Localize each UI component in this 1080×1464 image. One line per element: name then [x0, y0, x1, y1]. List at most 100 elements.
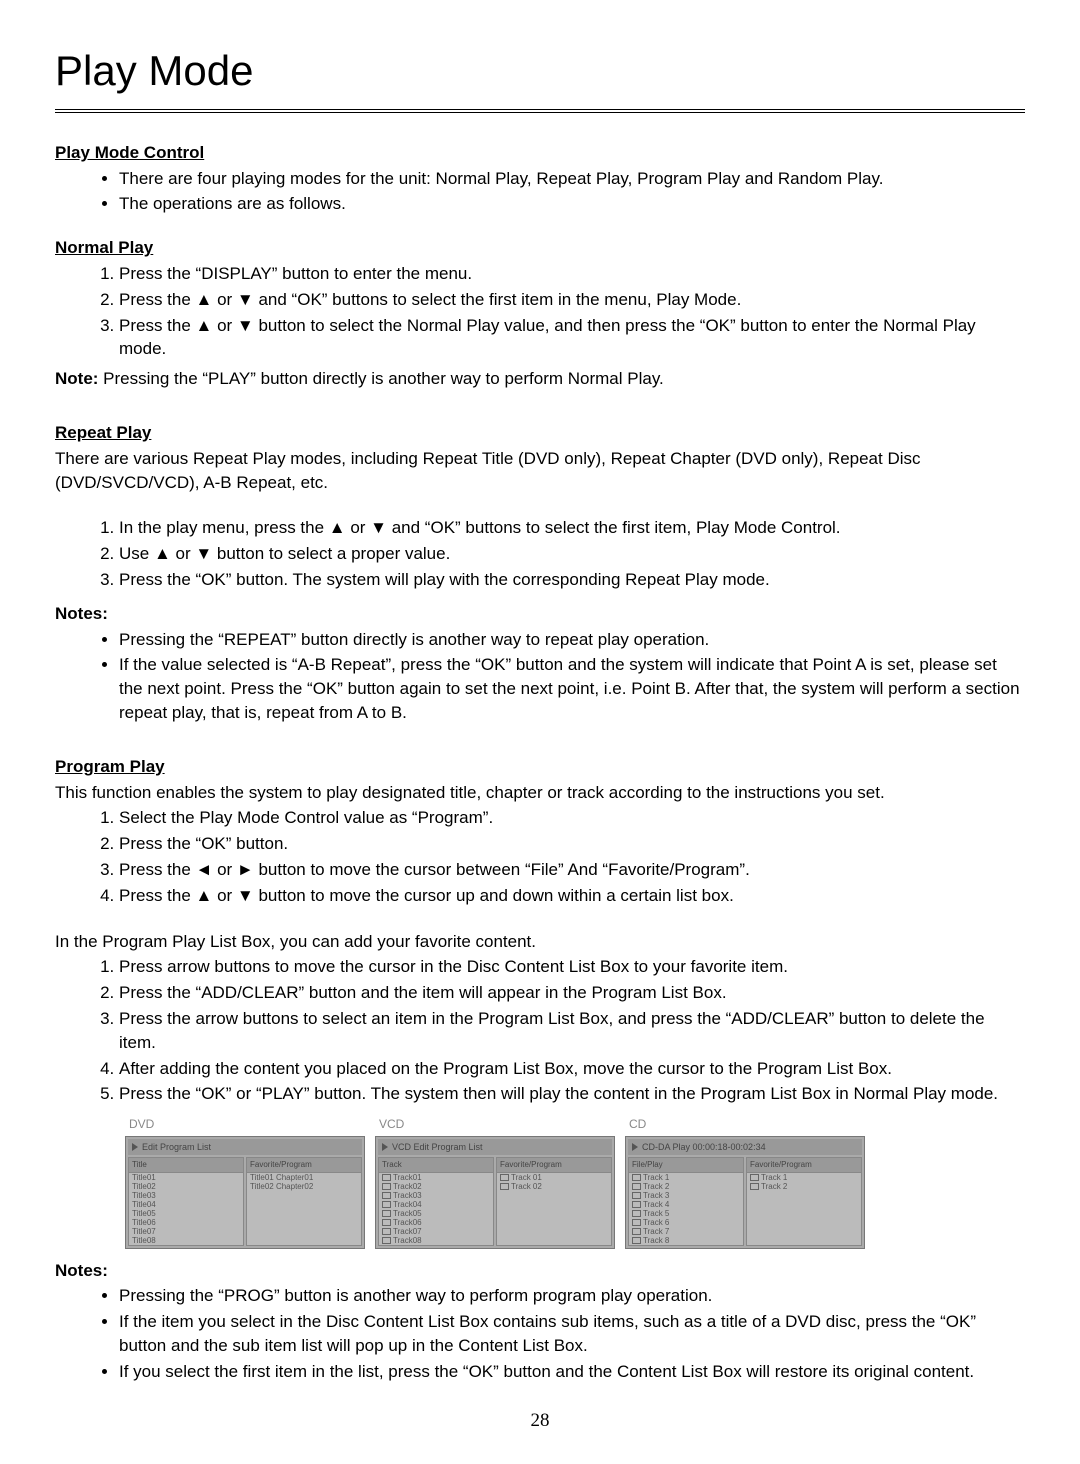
list-item: Press the “OK” button. The system will p…	[119, 568, 1025, 592]
notes-label: Notes:	[55, 1259, 1025, 1283]
osd-row: Title04	[129, 1200, 243, 1209]
osd-header: CD-DA Play 00:00:18-00:02:34	[628, 1139, 862, 1156]
list-item: The operations are as follows.	[119, 192, 1025, 216]
osd-row: Track 1	[629, 1173, 743, 1182]
program-play-steps-1: Select the Play Mode Control value as “P…	[55, 806, 1025, 907]
list-item: Press the arrow buttons to select an ite…	[119, 1007, 1025, 1055]
play-mode-control-bullets: There are four playing modes for the uni…	[55, 167, 1025, 217]
track-icon	[382, 1237, 391, 1244]
track-icon	[382, 1219, 391, 1226]
section-heading-normal-play: Normal Play	[55, 236, 1025, 260]
track-icon	[750, 1174, 759, 1181]
note-text: Pressing the “PLAY” button directly is a…	[98, 369, 663, 388]
list-item: Press the “OK” button.	[119, 832, 1025, 856]
track-icon	[500, 1183, 509, 1190]
osd-left-col: Title Title01 Title02 Title03 Title04 Ti…	[128, 1157, 244, 1245]
osd-row: Track06	[379, 1218, 493, 1227]
track-icon	[632, 1210, 641, 1217]
section-heading-play-mode-control: Play Mode Control	[55, 141, 1025, 165]
note-label: Note:	[55, 369, 98, 388]
col-header: Favorite/Program	[747, 1158, 861, 1172]
osd-header: Edit Program List	[128, 1139, 362, 1156]
osd-row: Title01	[129, 1173, 243, 1182]
list-item: Press the ▲ or ▼ button to select the No…	[119, 314, 1025, 362]
osd-header: VCD Edit Program List	[378, 1139, 612, 1156]
list-item: If the item you select in the Disc Conte…	[119, 1310, 1025, 1358]
osd-screenshots-row: DVD Edit Program List Title Title01 Titl…	[125, 1116, 1025, 1249]
osd-vcd: VCD VCD Edit Program List Track Track01 …	[375, 1116, 615, 1249]
list-item: If the value selected is “A-B Repeat”, p…	[119, 653, 1025, 724]
osd-row: Track02	[379, 1182, 493, 1191]
program-play-steps-2: Press arrow buttons to move the cursor i…	[55, 955, 1025, 1106]
osd-row: Track 01	[497, 1173, 611, 1182]
repeat-play-intro: There are various Repeat Play modes, inc…	[55, 447, 1025, 495]
track-icon	[632, 1183, 641, 1190]
col-header: Track	[379, 1158, 493, 1172]
osd-row: Track01	[379, 1173, 493, 1182]
page-title: Play Mode	[55, 42, 1025, 101]
program-play-mid-text: In the Program Play List Box, you can ad…	[55, 930, 1025, 954]
list-item: Press the ▲ or ▼ and “OK” buttons to sel…	[119, 288, 1025, 312]
osd-body: Edit Program List Title Title01 Title02 …	[125, 1136, 365, 1249]
osd-right-col: Favorite/Program Track 01 Track 02	[496, 1157, 612, 1245]
track-icon	[632, 1192, 641, 1199]
track-icon	[382, 1183, 391, 1190]
osd-row: Track 2	[629, 1182, 743, 1191]
osd-header-text: VCD Edit Program List	[392, 1141, 483, 1154]
osd-dvd-label: DVD	[125, 1116, 365, 1133]
osd-right-col: Favorite/Program Title01 Chapter01 Title…	[246, 1157, 362, 1245]
osd-row: Track07	[379, 1227, 493, 1236]
osd-row: Title02	[129, 1182, 243, 1191]
osd-vcd-label: VCD	[375, 1116, 615, 1133]
section-heading-repeat-play: Repeat Play	[55, 421, 1025, 445]
notes-label: Notes:	[55, 602, 1025, 626]
osd-row: Title02 Chapter02	[247, 1182, 361, 1191]
osd-row: Track03	[379, 1191, 493, 1200]
osd-row: Track04	[379, 1200, 493, 1209]
track-icon	[632, 1219, 641, 1226]
osd-row: Track08	[379, 1236, 493, 1245]
osd-header-text: CD-DA Play 00:00:18-00:02:34	[642, 1141, 766, 1154]
manual-page: Play Mode Play Mode Control There are fo…	[0, 0, 1080, 1464]
col-header: Favorite/Program	[247, 1158, 361, 1172]
osd-row: Title06	[129, 1218, 243, 1227]
osd-row: Track 6	[629, 1218, 743, 1227]
list-item: Press the “ADD/CLEAR” button and the ite…	[119, 981, 1025, 1005]
track-icon	[382, 1201, 391, 1208]
osd-body: VCD Edit Program List Track Track01 Trac…	[375, 1136, 615, 1249]
list-item: If you select the first item in the list…	[119, 1360, 1025, 1384]
track-icon	[632, 1174, 641, 1181]
list-item: Press the ▲ or ▼ button to move the curs…	[119, 884, 1025, 908]
track-icon	[632, 1237, 641, 1244]
list-item: Pressing the “REPEAT” button directly is…	[119, 628, 1025, 652]
osd-body: CD-DA Play 00:00:18-00:02:34 File/Play T…	[625, 1136, 865, 1249]
osd-row: Track 1	[747, 1173, 861, 1182]
col-header: Title	[129, 1158, 243, 1172]
osd-row: Track 02	[497, 1182, 611, 1191]
osd-left-col: Track Track01 Track02 Track03 Track04 Tr…	[378, 1157, 494, 1245]
track-icon	[632, 1201, 641, 1208]
track-icon	[382, 1174, 391, 1181]
osd-row: Title03	[129, 1191, 243, 1200]
track-icon	[382, 1210, 391, 1217]
list-item: After adding the content you placed on t…	[119, 1057, 1025, 1081]
list-item: Select the Play Mode Control value as “P…	[119, 806, 1025, 830]
osd-row: Track 5	[629, 1209, 743, 1218]
osd-row: Title07	[129, 1227, 243, 1236]
list-item: Use ▲ or ▼ button to select a proper val…	[119, 542, 1025, 566]
normal-play-steps: Press the “DISPLAY” button to enter the …	[55, 262, 1025, 361]
play-icon	[632, 1143, 638, 1151]
osd-dvd: DVD Edit Program List Title Title01 Titl…	[125, 1116, 365, 1249]
program-play-notes: Pressing the “PROG” button is another wa…	[55, 1284, 1025, 1383]
osd-cd-label: CD	[625, 1116, 865, 1133]
program-play-intro: This function enables the system to play…	[55, 781, 1025, 805]
osd-row: Title01 Chapter01	[247, 1173, 361, 1182]
osd-cd: CD CD-DA Play 00:00:18-00:02:34 File/Pla…	[625, 1116, 865, 1249]
osd-row: Title05	[129, 1209, 243, 1218]
track-icon	[500, 1174, 509, 1181]
track-icon	[632, 1228, 641, 1235]
normal-play-note: Note: Pressing the “PLAY” button directl…	[55, 367, 1025, 391]
list-item: Press arrow buttons to move the cursor i…	[119, 955, 1025, 979]
osd-row: Track 8	[629, 1236, 743, 1245]
list-item: In the play menu, press the ▲ or ▼ and “…	[119, 516, 1025, 540]
